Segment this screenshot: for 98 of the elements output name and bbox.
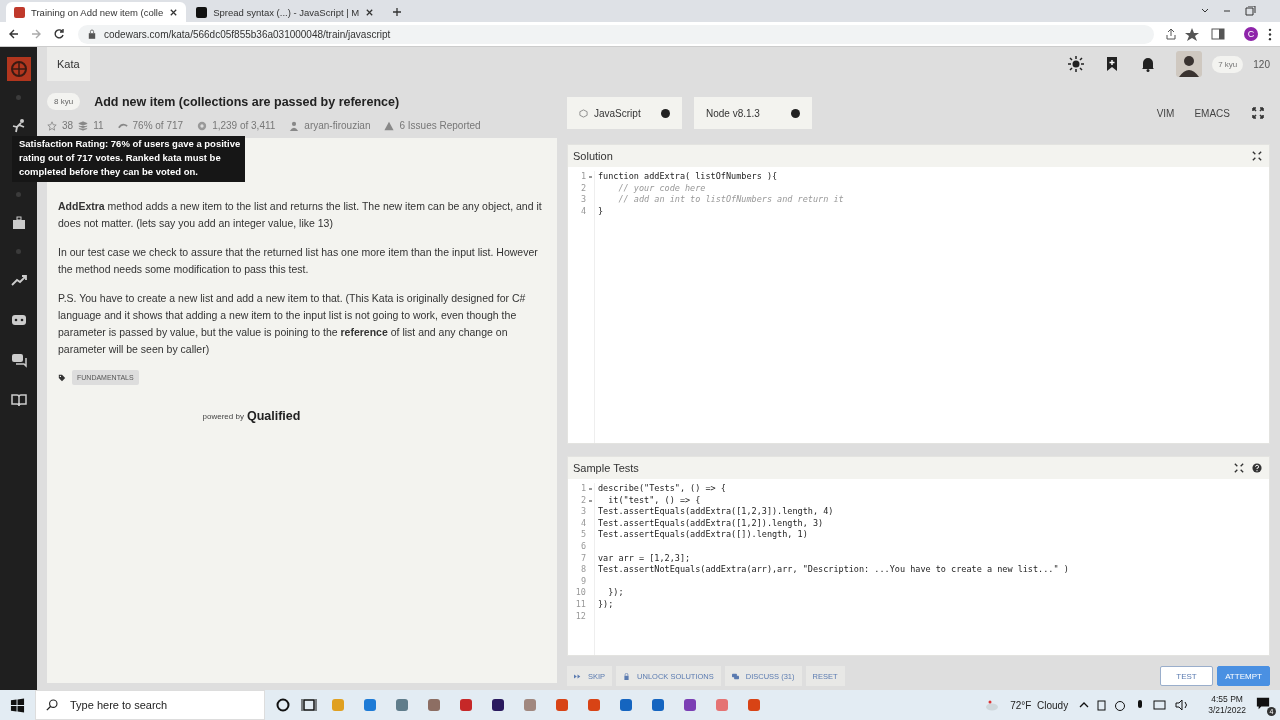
fullscreen-icon[interactable] bbox=[1234, 463, 1244, 473]
mode-button[interactable]: VIM bbox=[1152, 107, 1179, 119]
chat-icon bbox=[731, 672, 739, 680]
star-icon[interactable] bbox=[47, 120, 57, 131]
nav-dot-icon[interactable] bbox=[16, 95, 21, 100]
target-icon bbox=[197, 120, 208, 131]
line-number: 2 bbox=[579, 182, 587, 195]
line-number: 4 bbox=[579, 205, 587, 218]
windows-start-icon[interactable] bbox=[10, 697, 25, 713]
app-icon[interactable] bbox=[682, 697, 698, 713]
caret-icon bbox=[661, 108, 670, 118]
user-icon bbox=[289, 120, 300, 131]
close-icon[interactable] bbox=[169, 7, 179, 17]
description-paragraph: AddExtra method adds a new item to the list and returns the list. The new item can be any object, and it does not matter. (lets say you add an integer value, like 13) bbox=[58, 199, 543, 231]
nav-dot-icon[interactable] bbox=[16, 249, 21, 254]
code-line: function addExtra( listOfNumbers ){ bbox=[598, 171, 778, 181]
powered-by-label: powered by bbox=[202, 411, 244, 421]
code-line: Test.assertEquals(addExtra([]).length, 1) bbox=[598, 529, 808, 540]
browser-tab[interactable]: Training on Add new item (colle bbox=[6, 2, 187, 22]
kata-tab[interactable]: Kata bbox=[47, 47, 90, 81]
rank-badge: 7 kyu bbox=[1212, 55, 1244, 73]
search-icon bbox=[46, 699, 58, 711]
logo-icon[interactable] bbox=[6, 57, 31, 81]
new-tab-icon[interactable] bbox=[392, 7, 403, 17]
panel-title: Solution bbox=[573, 150, 613, 162]
line-number: 6 bbox=[579, 540, 587, 553]
sun-icon[interactable] bbox=[1068, 56, 1085, 72]
clock-date[interactable]: 3/21/2022 bbox=[1208, 705, 1246, 716]
author-link[interactable]: aryan-firouzian bbox=[304, 120, 371, 131]
caret-icon bbox=[791, 108, 800, 118]
browser-tab[interactable]: Spread syntax (...) - JavaScript | M bbox=[188, 2, 383, 22]
hexagon-icon bbox=[579, 108, 588, 118]
version-dropdown[interactable]: Node v8.1.3 bbox=[694, 97, 812, 129]
search-input[interactable]: Type here to search bbox=[68, 698, 264, 712]
tag-icon bbox=[58, 373, 66, 382]
cortana-icon[interactable] bbox=[275, 697, 291, 713]
line-number: 8 bbox=[579, 564, 587, 576]
completed-count: 1,239 of 3,411 bbox=[212, 120, 276, 131]
line-number: 9 bbox=[579, 575, 587, 588]
stack-icon bbox=[78, 120, 89, 131]
code-line: Test.assertEquals(addExtra([1,2,3]).length, 4) bbox=[598, 506, 834, 517]
book-icon[interactable] bbox=[10, 392, 27, 408]
code-line: Test.assertEquals(addExtra([1,2]).length, 3) bbox=[598, 517, 824, 528]
taskbar-search-field[interactable]: Type here to search bbox=[35, 690, 265, 720]
code-line: it("test", () => { bbox=[607, 494, 701, 505]
warning-icon bbox=[384, 120, 395, 131]
code-line: } bbox=[598, 205, 604, 216]
fullscreen-icon[interactable] bbox=[1252, 151, 1262, 161]
bell-icon[interactable] bbox=[1140, 56, 1157, 72]
address-bar[interactable]: codewars.com/kata/566dc05f855b36a031000048/train/javascript bbox=[78, 24, 1154, 44]
weather-text[interactable]: 72°F Cloudy bbox=[1010, 699, 1069, 711]
rank-badge: 8 kyu bbox=[47, 93, 81, 110]
description-paragraph: In our test case we check to assure that the returned list has one more item than the input list. However the method needs some modification to pass this test. bbox=[58, 245, 539, 277]
app-icon[interactable] bbox=[490, 697, 506, 713]
lock-icon bbox=[623, 672, 631, 680]
line-number: 5 bbox=[579, 529, 587, 541]
line-number: 3 bbox=[579, 506, 587, 518]
line-number: 10 bbox=[574, 587, 587, 599]
language-dropdown[interactable]: JavaScript bbox=[567, 97, 682, 129]
nav-dot-icon[interactable] bbox=[16, 192, 21, 197]
menu-icon[interactable] bbox=[1268, 27, 1272, 41]
panel-title: Sample Tests bbox=[573, 462, 639, 474]
code-line: Test.assertNotEquals(addExtra(arr),arr, "Description: ...You have to create a new list..." ) bbox=[598, 564, 1069, 575]
code-line: }); bbox=[607, 587, 624, 598]
fast-forward-icon bbox=[574, 672, 581, 680]
profile-avatar[interactable]: C bbox=[1244, 27, 1258, 41]
avatar[interactable] bbox=[1176, 51, 1203, 77]
line-number: 4 bbox=[579, 517, 587, 530]
briefcase-icon[interactable] bbox=[10, 215, 27, 231]
code-comment: // add an int to listOfNumbers and return it bbox=[617, 194, 844, 205]
game-controller-icon[interactable] bbox=[10, 312, 27, 328]
line-number: 11 bbox=[574, 598, 587, 611]
stars-count: 38 bbox=[62, 120, 74, 131]
code-line: describe("Tests", () => { bbox=[598, 483, 726, 493]
line-number: 3 bbox=[579, 194, 587, 206]
chat-icon[interactable] bbox=[10, 352, 27, 368]
collections-count: 11 bbox=[93, 120, 104, 131]
code-comment: // your code here bbox=[617, 182, 706, 193]
help-icon[interactable] bbox=[1252, 463, 1262, 473]
satisfaction-rating: 76% of 717 bbox=[132, 120, 184, 131]
task-view-icon[interactable] bbox=[301, 697, 317, 713]
mode-button[interactable]: EMACS bbox=[1190, 107, 1234, 119]
code-line: }); bbox=[598, 598, 614, 609]
qualified-logo[interactable]: Qualified bbox=[246, 409, 301, 423]
description-paragraph: P.S. You have to create a new list and add a new item to that. (This Kata is originally designed for C# language and it shows that adding a new item to the input list is not going to work, even though the parameter is passed by value, but the value is poining to the reference of list and any change on parameter will be seen by caller) bbox=[58, 291, 527, 357]
clock-time[interactable]: 4:55 PM bbox=[1211, 694, 1243, 705]
issues-link[interactable]: 6 Issues Reported bbox=[399, 120, 481, 131]
kata-title: Add new item (collections are passed by reference) bbox=[94, 94, 400, 109]
honor-count: 120 bbox=[1253, 58, 1270, 70]
trend-icon[interactable] bbox=[10, 272, 27, 288]
code-line: var arr = [1,2,3]; bbox=[598, 552, 691, 563]
fullscreen-icon[interactable] bbox=[1252, 107, 1264, 119]
line-number: 7 bbox=[579, 552, 587, 565]
tooltip: Satisfaction Rating: 76% of users gave a positive rating out of 717 votes. Ranked kata must be completed before they can be voted on. bbox=[12, 136, 245, 182]
figure-icon[interactable] bbox=[10, 118, 27, 134]
run-button[interactable]: TEST bbox=[1160, 666, 1213, 686]
close-icon[interactable] bbox=[365, 7, 375, 17]
line-number: 12 bbox=[574, 610, 587, 623]
